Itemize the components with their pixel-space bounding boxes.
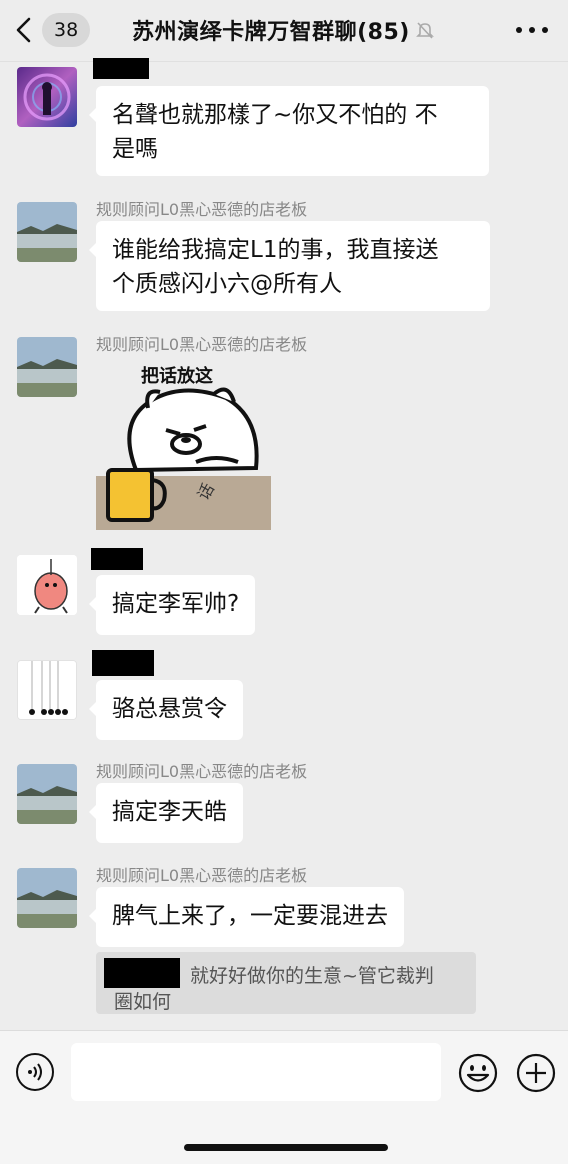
avatar[interactable] (17, 202, 77, 262)
quoted-message[interactable]: 就好好做你的生意~管它裁判 圈如何 (96, 952, 476, 1014)
redacted-quote-sender (104, 958, 180, 988)
message-bubble[interactable]: 脾气上来了，一定要混进去 (89, 887, 404, 947)
sender-nickname: 规则顾问L0黑心恶德的店老板 (96, 866, 308, 885)
message-bubble[interactable]: 搞定李天皓 (89, 783, 243, 843)
voice-icon[interactable] (16, 1053, 54, 1091)
sticker-image[interactable]: 把话放这 话 (96, 358, 271, 530)
message-input[interactable] (71, 1043, 441, 1101)
home-indicator[interactable] (184, 1144, 388, 1151)
avatar[interactable] (17, 67, 77, 127)
quote-text-line: 圈如何 (114, 991, 172, 1013)
emoji-icon[interactable] (458, 1053, 498, 1093)
more-dot (542, 27, 548, 33)
avatar[interactable] (17, 660, 77, 720)
avatar[interactable] (17, 555, 77, 615)
redacted-nickname (92, 650, 154, 676)
message-text-line: 个质感闪小六@所有人 (112, 271, 342, 297)
more-dot (529, 27, 535, 33)
sender-nickname: 规则顾问L0黑心恶德的店老板 (96, 762, 308, 781)
message-bubble[interactable]: 搞定李军帅? (88, 575, 256, 635)
message-text-line: 谁能给我搞定L1的事，我直接送 (112, 237, 439, 263)
sender-nickname: 规则顾问L0黑心恶德的店老板 (96, 335, 308, 354)
message-bubble[interactable]: 骆总悬赏令 (89, 680, 243, 740)
quote-text-line: 就好好做你的生意~管它裁判 (190, 965, 434, 987)
message-text: 搞定李天皓 (112, 799, 227, 825)
avatar[interactable] (17, 868, 77, 928)
plus-icon[interactable] (516, 1053, 556, 1093)
avatar[interactable] (17, 337, 77, 397)
sender-nickname: 规则顾问L0黑心恶德的店老板 (96, 200, 308, 219)
message-bubble[interactable]: 谁能给我搞定L1的事，我直接送 个质感闪小六@所有人 (89, 221, 490, 311)
chat-header: 38 苏州演绎卡牌万智群聊(85) (0, 0, 568, 62)
bell-off-icon (414, 19, 436, 47)
message-bubble[interactable]: 名聲也就那樣了~你又不怕的 不 是嗎 (89, 86, 489, 176)
message-text: 骆总悬赏令 (112, 696, 227, 722)
redacted-nickname (93, 58, 149, 79)
more-dot (516, 27, 522, 33)
message-text: 搞定李军帅? (112, 591, 240, 617)
more-options-button[interactable] (516, 18, 548, 42)
message-text-line: 是嗎 (112, 136, 158, 162)
message-text-line: 名聲也就那樣了~你又不怕的 不 (112, 102, 438, 128)
chat-title-text: 苏州演绎卡牌万智群聊(85) (132, 20, 410, 45)
sticker-caption: 把话放这 (141, 365, 213, 387)
message-text: 脾气上来了，一定要混进去 (112, 903, 388, 929)
chat-title: 苏州演绎卡牌万智群聊(85) (0, 14, 568, 47)
redacted-nickname (91, 548, 143, 570)
avatar[interactable] (17, 764, 77, 824)
